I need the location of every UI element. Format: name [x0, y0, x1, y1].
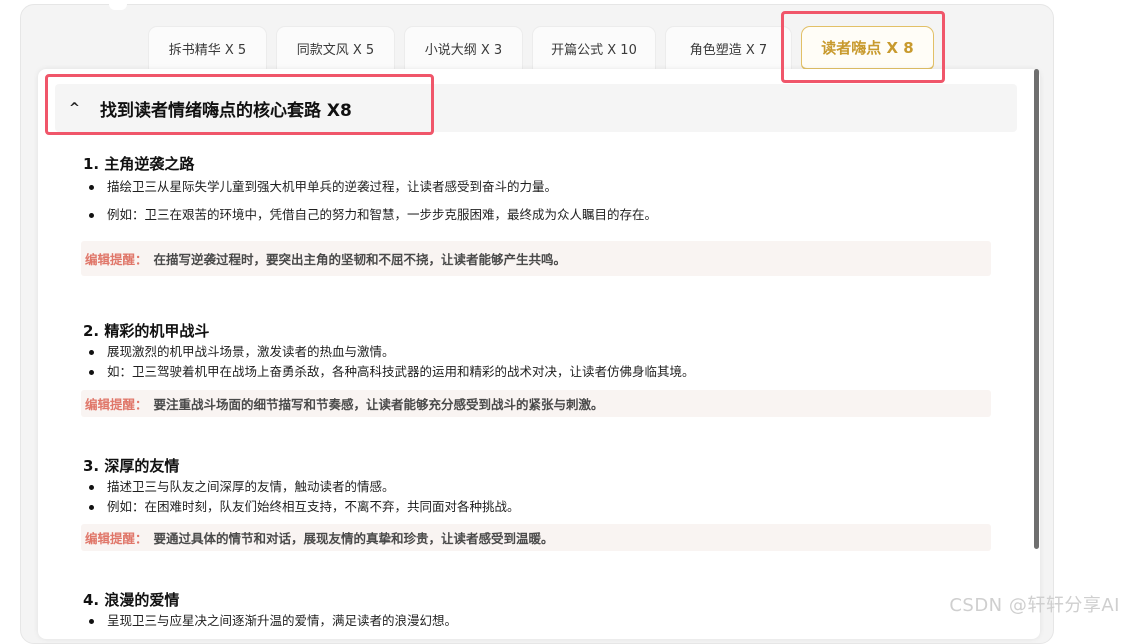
item-title: 4. 浪漫的爱情 — [83, 589, 991, 611]
tip-label: 编辑提醒： — [85, 528, 148, 547]
bullet-item: 展现激烈的机甲战斗场景，激发读者的热血与激情。 — [83, 342, 991, 362]
bullet-item: 描述卫三与队友之间深厚的友情，触动读者的情感。 — [83, 477, 991, 497]
tab-opening-formula[interactable]: 开篇公式 X 10 — [532, 26, 656, 70]
tab-character-building[interactable]: 角色塑造 X 7 — [665, 26, 792, 70]
tab-novel-outline[interactable]: 小说大纲 X 3 — [404, 26, 523, 70]
collapse-caret-icon[interactable]: ^ — [69, 101, 83, 116]
list-item: 3. 深厚的友情 描述卫三与队友之间深厚的友情，触动读者的情感。 例如：在困难时… — [83, 455, 991, 517]
tab-same-style[interactable]: 同款文风 X 5 — [276, 26, 395, 70]
tip-text: 在描写逆袭过程时，要突出主角的坚韧和不屈不挠，让读者能够产生共鸣。 — [154, 249, 567, 268]
tip-text: 要注重战斗场面的细节描写和节奏感，让读者能够充分感受到战斗的紧张与刺激。 — [154, 394, 604, 413]
bullet-item: 如：卫三驾驶着机甲在战场上奋勇杀敌，各种高科技武器的运用和精彩的战术对决，让读者… — [83, 362, 991, 382]
tip-text: 要通过具体的情节和对话，展现友情的真挚和珍贵，让读者感受到温暖。 — [154, 528, 554, 547]
bullet-item: 呈现卫三与应星决之间逐渐升温的爱情，满足读者的浪漫幻想。 — [83, 611, 991, 631]
tab-book-essence[interactable]: 拆书精华 X 5 — [148, 26, 267, 70]
editor-tip: 编辑提醒： 要注重战斗场面的细节描写和节奏感，让读者能够充分感受到战斗的紧张与刺… — [81, 390, 991, 417]
item-title: 1. 主角逆袭之路 — [83, 153, 991, 175]
tip-label: 编辑提醒： — [85, 249, 148, 268]
item-title: 2. 精彩的机甲战斗 — [83, 320, 991, 342]
bullet-item: 例如：卫三在艰苦的环境中，凭借自己的努力和智慧，一步步克服困难，最终成为众人瞩目… — [83, 205, 991, 225]
item-title: 3. 深厚的友情 — [83, 455, 991, 477]
tip-label: 编辑提醒： — [85, 394, 148, 413]
watermark: CSDN @轩轩分享AI — [949, 591, 1120, 617]
bullet-list: 展现激烈的机甲战斗场景，激发读者的热血与激情。 如：卫三驾驶着机甲在战场上奋勇杀… — [83, 342, 991, 382]
bullet-list: 呈现卫三与应星决之间逐渐升温的爱情，满足读者的浪漫幻想。 — [83, 611, 991, 631]
tab-bar: 拆书精华 X 5 同款文风 X 5 小说大纲 X 3 开篇公式 X 10 角色塑… — [148, 26, 934, 70]
panel-notch — [109, 4, 127, 10]
section-title: 找到读者情绪嗨点的核心套路 X8 — [100, 96, 352, 121]
scrollbar-thumb[interactable] — [1034, 69, 1039, 549]
bullet-item: 例如：在困难时刻，队友们始终相互支持，不离不弃，共同面对各种挑战。 — [83, 497, 991, 517]
bullet-list: 描绘卫三从星际失学儿童到强大机甲单兵的逆袭过程，让读者感受到奋斗的力量。 例如：… — [83, 177, 991, 225]
tab-reader-highlights[interactable]: 读者嗨点 X 8 — [801, 26, 934, 70]
list-item: 2. 精彩的机甲战斗 展现激烈的机甲战斗场景，激发读者的热血与激情。 如：卫三驾… — [83, 320, 991, 382]
section-header[interactable]: ^ 找到读者情绪嗨点的核心套路 X8 — [55, 84, 1017, 132]
bullet-item: 描绘卫三从星际失学儿童到强大机甲单兵的逆袭过程，让读者感受到奋斗的力量。 — [83, 177, 991, 197]
bullet-list: 描述卫三与队友之间深厚的友情，触动读者的情感。 例如：在困难时刻，队友们始终相互… — [83, 477, 991, 517]
editor-tip: 编辑提醒： 要通过具体的情节和对话，展现友情的真挚和珍贵，让读者感受到温暖。 — [81, 524, 991, 551]
editor-tip: 编辑提醒： 在描写逆袭过程时，要突出主角的坚韧和不屈不挠，让读者能够产生共鸣。 — [81, 241, 991, 276]
list-item: 1. 主角逆袭之路 描绘卫三从星际失学儿童到强大机甲单兵的逆袭过程，让读者感受到… — [83, 153, 991, 225]
content-card: ^ 找到读者情绪嗨点的核心套路 X8 1. 主角逆袭之路 描绘卫三从星际失学儿童… — [38, 69, 1040, 639]
